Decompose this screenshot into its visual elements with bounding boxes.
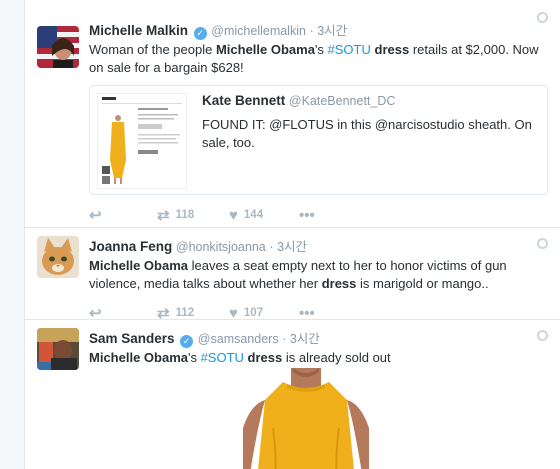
- quoted-author-name: Kate Bennett: [202, 93, 286, 108]
- highlighted-keyword: dress: [247, 350, 283, 365]
- author-handle[interactable]: @samsanders: [198, 332, 279, 346]
- highlighted-keyword: Michelle Obama: [89, 258, 188, 273]
- tweet-text-segment: Woman of the people: [89, 42, 216, 57]
- like-count: 107: [243, 307, 264, 319]
- more-button[interactable]: •••: [299, 207, 315, 224]
- author-name[interactable]: Joanna Feng: [89, 239, 172, 254]
- retweet-count: 112: [175, 307, 195, 319]
- avatar[interactable]: [37, 26, 79, 68]
- tweet-text-segment: is marigold or mango..: [356, 276, 489, 291]
- chevron-down-icon[interactable]: [537, 238, 548, 249]
- more-icon: •••: [299, 304, 315, 322]
- author-handle[interactable]: @honkitsjoanna: [176, 240, 266, 254]
- quoted-author-handle: @KateBennett_DC: [288, 94, 396, 108]
- heart-icon: ♥: [229, 304, 238, 322]
- retweet-count: 118: [175, 209, 195, 221]
- tweet-text: Michelle Obama's #SOTU dress is already …: [89, 349, 548, 367]
- highlighted-keyword: Michelle Obama: [89, 350, 188, 365]
- retweet-icon: ⇄: [157, 207, 170, 224]
- tweet[interactable]: Michelle Malkin ✓ @michellemalkin · 3시간 …: [25, 0, 560, 228]
- heart-icon: ♥: [229, 206, 238, 224]
- timeline: Michelle Malkin ✓ @michellemalkin · 3시간 …: [24, 0, 560, 469]
- like-button[interactable]: ♥ 107: [229, 305, 299, 322]
- hashtag-link[interactable]: #SOTU: [201, 350, 244, 365]
- timestamp[interactable]: · 3시간: [310, 24, 348, 38]
- reply-button[interactable]: ↩: [89, 206, 157, 224]
- author-name[interactable]: Sam Sanders: [89, 331, 175, 346]
- retweet-button[interactable]: ⇄ 118: [157, 206, 229, 224]
- tweet-text-segment: 's: [187, 350, 201, 365]
- tweet-actions: ↩ ⇄ 118 ♥ 144 •••: [89, 201, 548, 229]
- chevron-down-icon[interactable]: [537, 12, 548, 23]
- avatar[interactable]: [37, 328, 79, 370]
- timestamp[interactable]: · 3시간: [282, 332, 320, 346]
- hashtag-link[interactable]: #SOTU: [328, 42, 371, 57]
- verified-icon: ✓: [180, 335, 194, 348]
- verified-icon: ✓: [193, 27, 207, 40]
- highlighted-keyword: dress: [321, 276, 357, 291]
- tweet[interactable]: Sam Sanders ✓ @samsanders · 3시간 Michelle…: [25, 320, 560, 469]
- tweet-text-segment: is already sold out: [282, 350, 391, 365]
- quoted-tweet[interactable]: Kate Bennett @KateBennett_DC FOUND IT: @…: [89, 85, 548, 195]
- highlighted-keyword: Michelle Obama: [215, 42, 315, 57]
- tweet-text-segment: 's: [314, 42, 328, 57]
- reply-icon: ↩: [89, 207, 102, 224]
- more-button[interactable]: •••: [299, 305, 315, 322]
- highlighted-keyword: dress: [374, 42, 410, 57]
- author-name[interactable]: Michelle Malkin: [89, 23, 188, 38]
- like-count: 144: [243, 209, 264, 221]
- timestamp[interactable]: · 3시간: [269, 240, 307, 254]
- chevron-down-icon[interactable]: [537, 330, 548, 341]
- like-button[interactable]: ♥ 144: [229, 207, 299, 224]
- avatar[interactable]: [37, 236, 79, 278]
- author-handle[interactable]: @michellemalkin: [211, 24, 306, 38]
- tweet-text: Michelle Obama leaves a seat empty next …: [89, 257, 548, 293]
- quoted-tweet-text: FOUND IT: @FLOTUS in this @narcisostudio…: [202, 117, 532, 150]
- tweet[interactable]: Joanna Feng @honkitsjoanna · 3시간 Michell…: [25, 228, 560, 322]
- quoted-tweet-thumbnail: [97, 93, 187, 189]
- more-icon: •••: [299, 206, 315, 224]
- tweet-media-image[interactable]: [243, 368, 369, 469]
- tweet-text: Woman of the people Michelle Obama's #SO…: [89, 41, 548, 77]
